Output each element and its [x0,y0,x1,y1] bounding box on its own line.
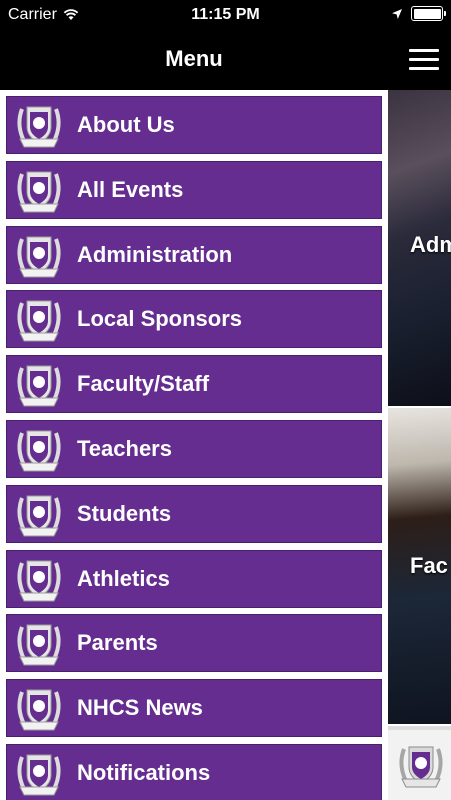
menu-item-about-us[interactable]: About Us [6,96,382,154]
menu-item-label: Students [77,500,172,526]
card-label: Adm [410,232,451,257]
menu-item-label: NHCS News [77,695,203,721]
menu-item-label: Local Sponsors [77,306,243,332]
menu-item-all-events[interactable]: All Events [6,160,382,219]
school-crest-icon [17,300,61,342]
school-crest-icon [399,746,443,788]
school-crest-icon [17,754,61,796]
administration-photo-card[interactable]: Adm [388,90,451,406]
location-arrow-icon [392,8,402,19]
menu-item-teachers[interactable]: Teachers [6,419,382,478]
menu-item-faculty-staff[interactable]: Faculty/Staff [6,355,382,414]
menu-item-nhcs-news[interactable]: NHCS News [6,679,382,738]
battery-icon [411,6,446,21]
menu-item-athletics[interactable]: Athletics [6,549,382,608]
menu-item-notifications[interactable]: Notifications [6,743,382,800]
menu-item-label: Administration [77,241,233,267]
menu-item-administration[interactable]: Administration [6,225,382,284]
menu-item-parents[interactable]: Parents [6,614,382,673]
school-crest-icon [17,689,61,731]
clock: 11:15 PM [191,6,260,23]
school-crest-icon [17,171,61,213]
faculty-photo-card[interactable]: Fac [388,408,451,724]
school-crest-icon [17,624,61,666]
menu-item-label: About Us [77,112,175,137]
card-label: Fac [410,553,448,578]
logo-card[interactable] [388,726,451,800]
school-crest-icon [17,106,61,148]
menu-item-label: Faculty/Staff [77,371,210,397]
navigation-bar: Menu [0,30,451,90]
menu-item-label: Teachers [77,435,172,461]
side-menu: About Us All Events Administration Local… [0,90,388,800]
school-crest-icon [17,236,61,278]
school-crest-icon [17,430,61,472]
menu-item-label: Notifications [77,759,211,785]
status-bar: Carrier 11:15 PM [0,0,451,30]
menu-item-label: All Events [77,176,184,202]
menu-item-label: Parents [77,630,158,656]
menu-item-students[interactable]: Students [6,484,382,543]
menu-item-label: Athletics [77,565,170,591]
menu-item-local-sponsors[interactable]: Local Sponsors [6,290,382,349]
page-title: Menu [165,46,223,71]
school-crest-icon [17,560,61,602]
hamburger-menu-icon[interactable] [409,49,439,71]
background-content: Adm Fac [388,90,451,800]
school-crest-icon [17,365,61,407]
school-crest-icon [17,495,61,537]
